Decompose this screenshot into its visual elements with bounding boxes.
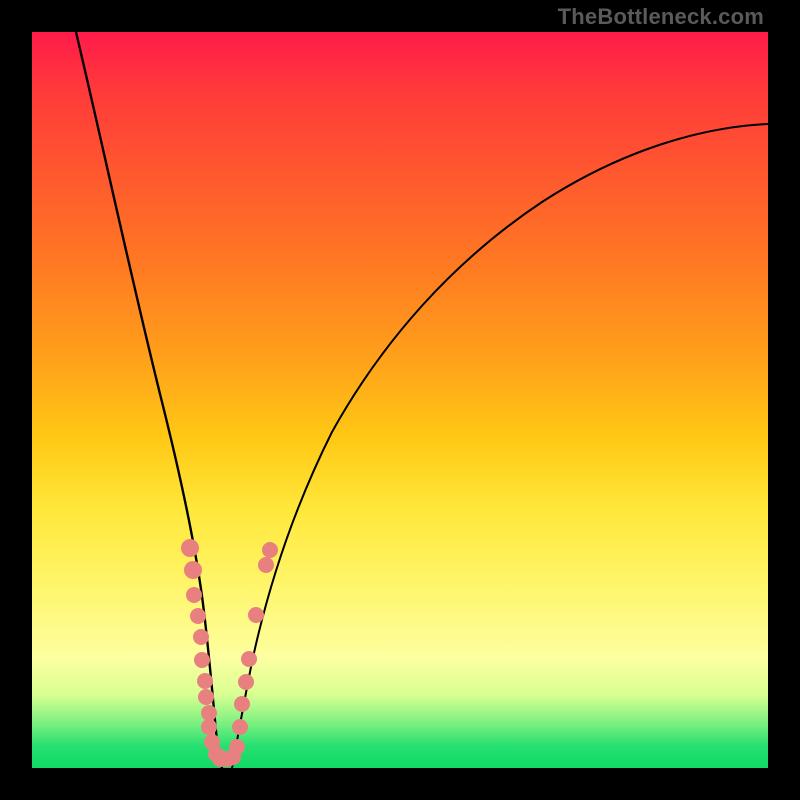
data-point [238,674,254,690]
data-point [229,739,245,755]
data-point [181,539,199,557]
data-point [262,542,278,558]
data-point [201,719,217,735]
data-point [184,561,202,579]
plot-area [32,32,768,768]
chart-svg [32,32,768,768]
data-point [190,608,206,624]
data-point [258,557,274,573]
data-point [197,673,213,689]
data-point [232,719,248,735]
data-points-group [181,539,278,767]
data-point [198,689,214,705]
data-point [241,651,257,667]
chart-frame: TheBottleneck.com [0,0,800,800]
data-point [234,696,250,712]
data-point [186,587,202,603]
watermark-text: TheBottleneck.com [558,4,764,30]
data-point [248,607,264,623]
curve-right-path [232,124,768,768]
data-point [193,629,209,645]
curve-right [232,124,768,768]
data-point [201,705,217,721]
data-point [194,652,210,668]
